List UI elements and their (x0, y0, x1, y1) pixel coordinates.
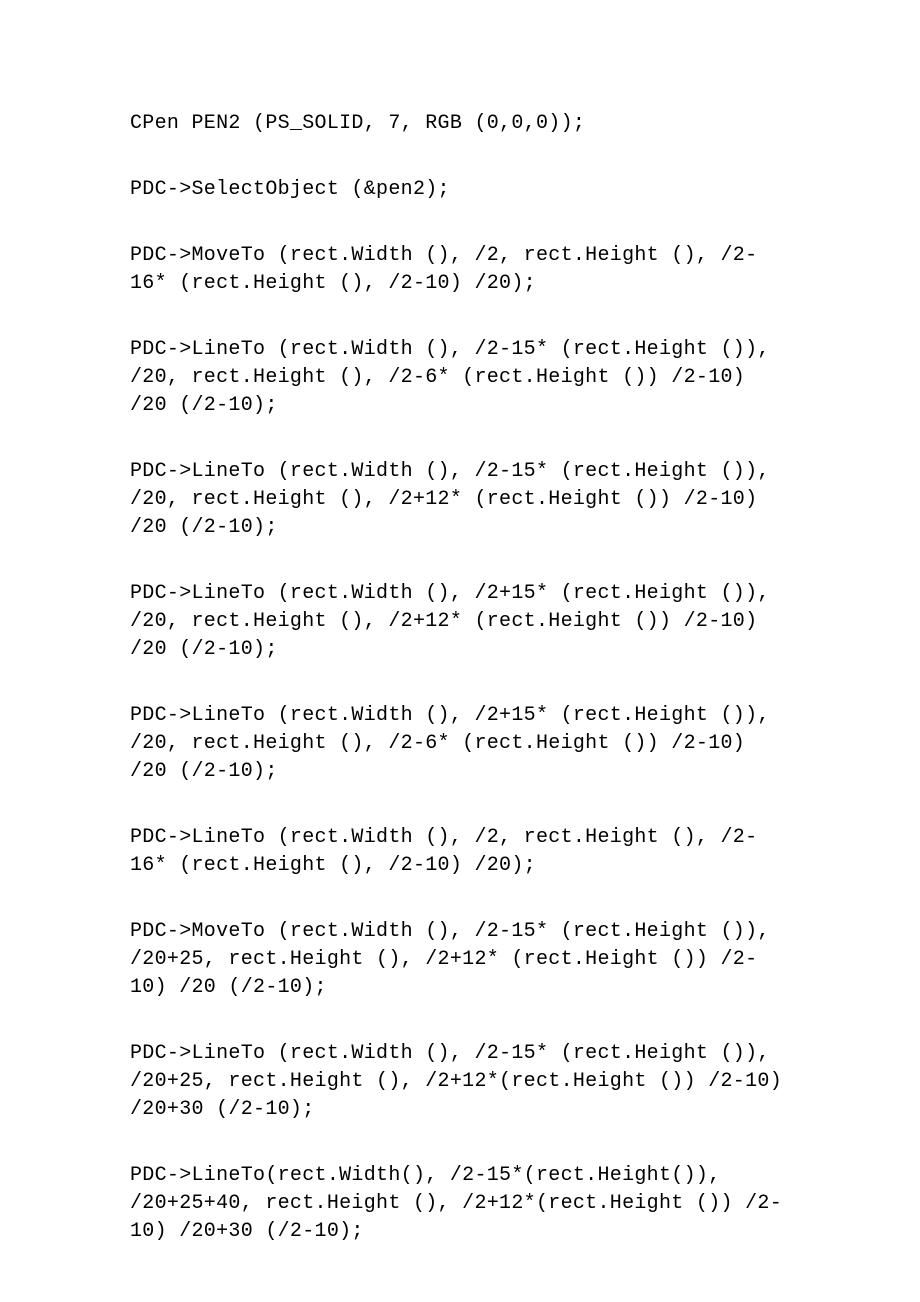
code-line-10: PDC->LineTo(rect.Width(), /2-15*(rect.He… (130, 1162, 790, 1246)
code-line-3: PDC->LineTo (rect.Width (), /2-15* (rect… (130, 336, 790, 420)
code-line-6: PDC->LineTo (rect.Width (), /2+15* (rect… (130, 702, 790, 786)
code-line-5: PDC->LineTo (rect.Width (), /2+15* (rect… (130, 580, 790, 664)
code-line-2: PDC->MoveTo (rect.Width (), /2, rect.Hei… (130, 242, 790, 298)
code-line-0: CPen PEN2 (PS_SOLID, 7, RGB (0,0,0)); (130, 110, 790, 138)
code-line-9: PDC->LineTo (rect.Width (), /2-15* (rect… (130, 1040, 790, 1124)
code-line-1: PDC->SelectObject (&pen2); (130, 176, 790, 204)
code-line-8: PDC->MoveTo (rect.Width (), /2-15* (rect… (130, 918, 790, 1002)
code-line-4: PDC->LineTo (rect.Width (), /2-15* (rect… (130, 458, 790, 542)
code-line-7: PDC->LineTo (rect.Width (), /2, rect.Hei… (130, 824, 790, 880)
